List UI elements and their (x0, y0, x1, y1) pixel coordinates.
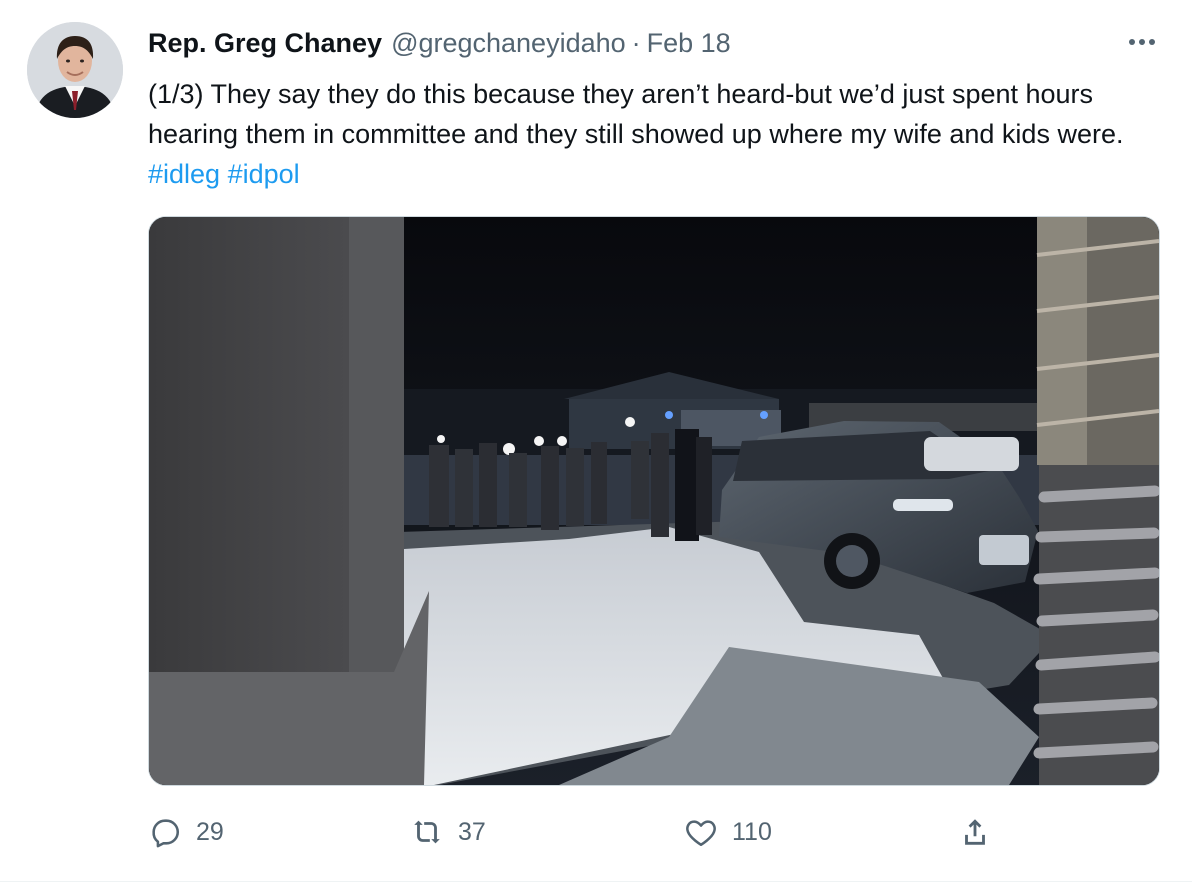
more-options-icon[interactable] (1122, 28, 1162, 56)
like-button[interactable]: 110 (684, 806, 772, 858)
more-dot (1149, 39, 1155, 45)
avatar[interactable] (27, 22, 123, 118)
author-handle[interactable]: @gregchaneyidaho (391, 28, 626, 59)
separator-dot: · (631, 28, 641, 58)
retweet-icon (414, 820, 440, 844)
reply-count: 29 (196, 817, 224, 846)
tweet-actions: 29 37 110 (148, 806, 1028, 858)
retweet-count: 37 (458, 817, 486, 846)
share-icon (965, 819, 985, 845)
tweet-date[interactable]: Feb 18 (647, 28, 731, 59)
heart-icon (686, 820, 716, 847)
retweet-button[interactable]: 37 (410, 806, 486, 858)
more-dot (1139, 39, 1145, 45)
share-button[interactable] (958, 806, 992, 858)
more-dot (1129, 39, 1135, 45)
tweet-text: (1/3) They say they do this because they… (148, 74, 1158, 194)
photo-icon (149, 217, 1159, 785)
like-count: 110 (732, 817, 772, 846)
tweet-media[interactable] (148, 216, 1160, 786)
reply-button[interactable]: 29 (148, 806, 224, 858)
author-name[interactable]: Rep. Greg Chaney (148, 28, 382, 59)
tweet: Rep. Greg Chaney @gregchaneyidaho · Feb … (0, 0, 1192, 882)
avatar-image (27, 22, 123, 118)
tweet-body: (1/3) They say they do this because they… (148, 79, 1124, 149)
reply-icon (152, 819, 180, 848)
hashtag-idpol[interactable]: #idpol (228, 159, 300, 189)
tweet-header: Rep. Greg Chaney @gregchaneyidaho · Feb … (148, 28, 731, 62)
hashtag-idleg[interactable]: #idleg (148, 159, 220, 189)
